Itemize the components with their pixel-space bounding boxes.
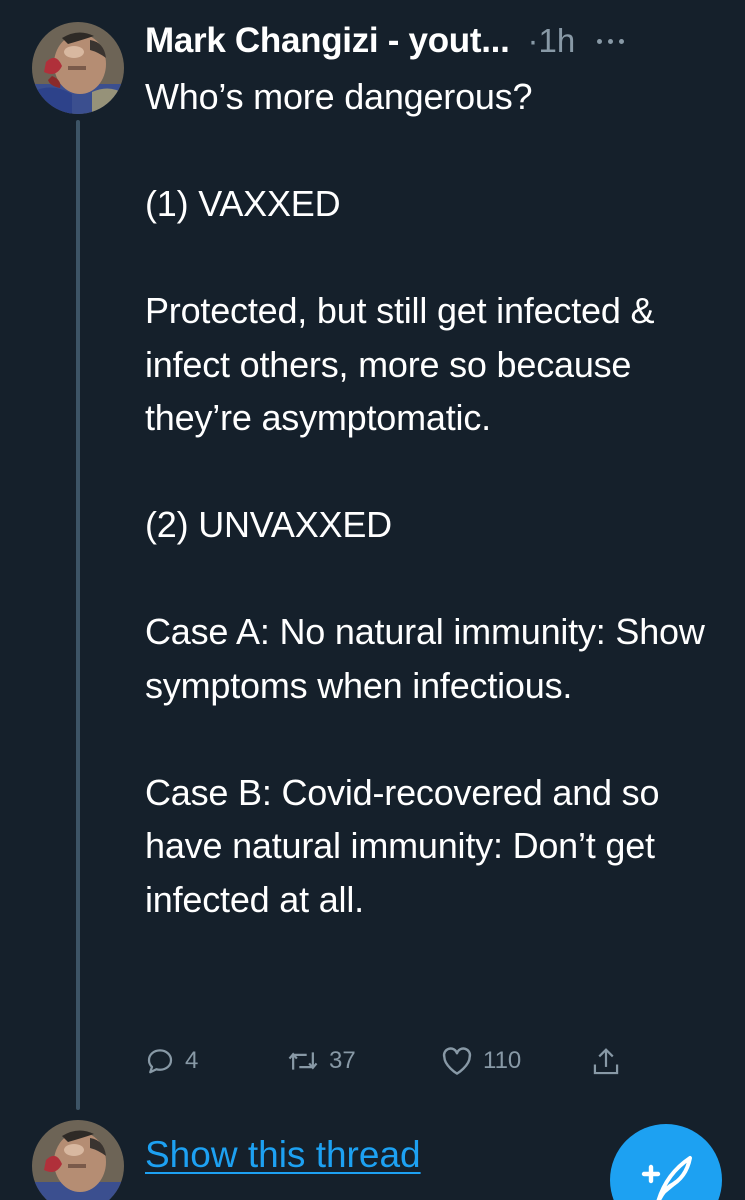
tweet-header: Mark Changizi - yout... ·1h [145, 16, 725, 66]
tweet-thread-view: Mark Changizi - yout... ·1h Who’s more d… [0, 0, 745, 1200]
compose-tweet-icon [641, 1156, 692, 1200]
thread-author-avatar[interactable] [32, 1120, 124, 1200]
reply-icon [147, 1049, 173, 1074]
thread-connector-line [76, 120, 80, 1110]
retweet-count: 37 [329, 1047, 356, 1074]
like-count: 110 [483, 1047, 522, 1074]
share-button[interactable] [591, 1046, 621, 1078]
compose-tweet-button[interactable] [610, 1124, 722, 1200]
more-horizontal-icon[interactable] [597, 31, 625, 51]
avatar-image [32, 1120, 124, 1200]
avatar-image [32, 22, 124, 114]
tweet-timestamp[interactable]: ·1h [528, 22, 576, 60]
share-icon [593, 1048, 619, 1075]
tweet-action-bar: 4 37 110 [145, 1046, 645, 1090]
author-avatar[interactable] [32, 22, 124, 114]
retweet-icon [288, 1052, 318, 1070]
tweet-text: Who’s more dangerous? (1) VAXXED Protect… [145, 76, 705, 920]
heart-icon [442, 1047, 472, 1075]
author-name[interactable]: Mark Changizi - yout... [145, 21, 510, 61]
like-button[interactable]: 110 [441, 1046, 521, 1076]
reply-count: 4 [185, 1047, 199, 1074]
retweet-button[interactable]: 37 [287, 1046, 356, 1076]
show-thread-link[interactable]: Show this thread [145, 1134, 421, 1176]
reply-button[interactable]: 4 [145, 1046, 198, 1076]
